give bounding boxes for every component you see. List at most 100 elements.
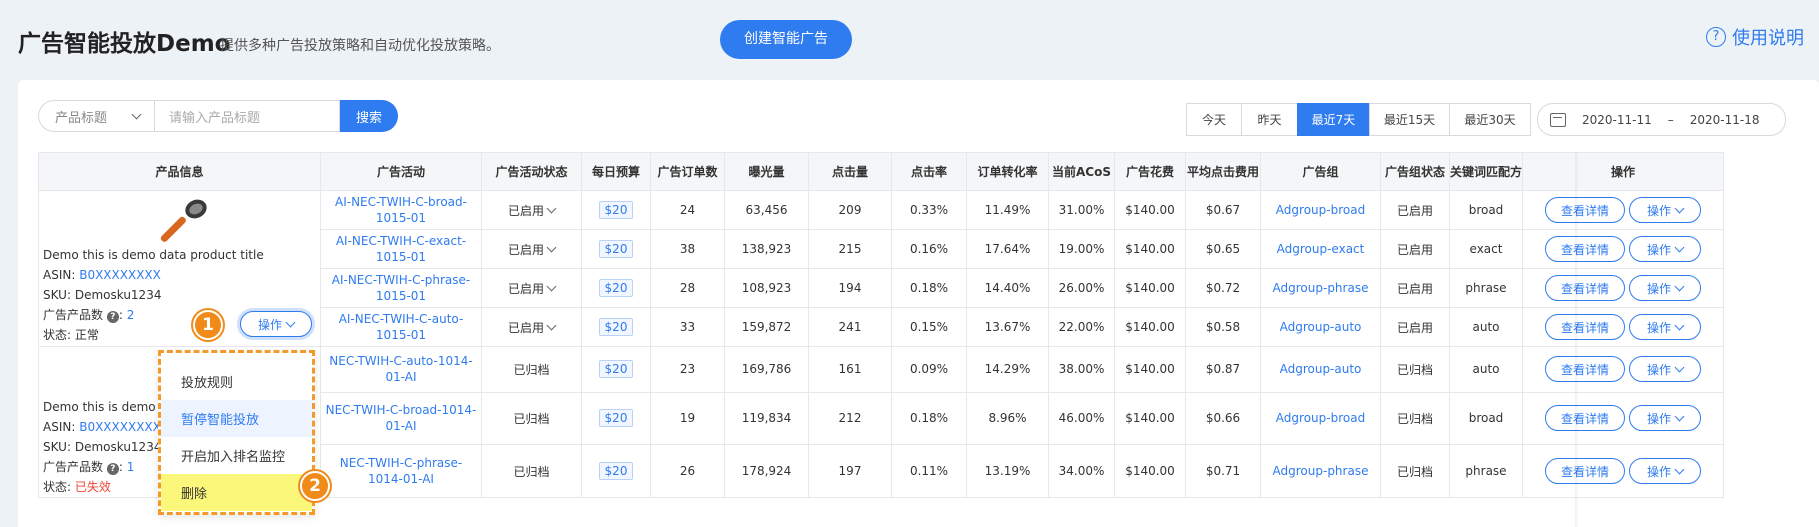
asin-value[interactable]: B0XXXXXXXX (79, 268, 161, 282)
campaign-link[interactable]: AI-NEC-TWIH-C-exact-1015-01 (320, 229, 482, 269)
help-link[interactable]: ? 使用说明 (1706, 24, 1804, 50)
ad-product-count[interactable]: 2 (127, 308, 135, 322)
view-details-button[interactable]: 查看详情 (1545, 356, 1626, 383)
date-tab-last-7-days[interactable]: 最近7天 (1297, 103, 1370, 136)
search-bar: 产品标题 请输入产品标题 搜索 (38, 100, 398, 132)
impressions: 159,872 (724, 307, 809, 347)
adgroup-status: 已归档 (1380, 346, 1450, 393)
daily-budget[interactable]: $20 (598, 462, 634, 481)
row-actions-button[interactable]: 操作 (1629, 314, 1702, 340)
view-details-button[interactable]: 查看详情 (1545, 275, 1626, 301)
menu-item-pause-smart-delivery[interactable]: 暂停智能投放 (161, 400, 312, 437)
acos: 46.00% (1048, 391, 1115, 446)
avg-cpc: $0.58 (1185, 307, 1261, 347)
create-smart-ad-button[interactable]: 创建智能广告 (720, 20, 852, 59)
row-actions-button[interactable]: 操作 (1629, 356, 1702, 383)
question-icon[interactable]: ? (106, 311, 119, 323)
menu-item-delete[interactable]: 删除 (161, 474, 312, 511)
campaign-link[interactable]: AI-NEC-TWIH-C-auto-1015-01 (320, 307, 482, 347)
keyword-match-type: auto (1448, 346, 1524, 393)
campaign-status-dropdown[interactable]: 已启用 (508, 319, 557, 336)
adgroup-status: 已启用 (1380, 268, 1450, 308)
campaign-link[interactable]: NEC-TWIH-C-broad-1014-01-AI (320, 391, 482, 446)
sku-label: SKU: (43, 288, 71, 302)
search-input[interactable]: 请输入产品标题 (154, 100, 340, 132)
adgroup-status: 已启用 (1380, 229, 1450, 269)
column-header: 产品信息 (38, 152, 321, 191)
column-header: 每日预算 (581, 152, 651, 191)
adgroup-link[interactable]: Adgroup-auto (1260, 307, 1381, 347)
sku-label: SKU: (43, 440, 71, 454)
campaign-link[interactable]: NEC-TWIH-C-auto-1014-01-AI (320, 346, 482, 393)
row-actions-button[interactable]: 操作 (1629, 275, 1702, 301)
conversion-rate: 17.64% (966, 229, 1049, 269)
campaign-link[interactable]: AI-NEC-TWIH-C-phrase-1015-01 (320, 268, 482, 308)
chevron-down-icon (1674, 203, 1685, 213)
search-button[interactable]: 搜索 (340, 100, 398, 132)
product-title: Demo this is demo data product title (43, 248, 264, 262)
view-details-button[interactable]: 查看详情 (1545, 405, 1626, 432)
ad-spend: $140.00 (1114, 268, 1186, 308)
view-details-button[interactable]: 查看详情 (1545, 197, 1626, 223)
date-range-separator: – (1667, 112, 1674, 127)
clicks: 194 (808, 268, 892, 308)
daily-budget[interactable]: $20 (598, 318, 634, 336)
campaign-link[interactable]: NEC-TWIH-C-phrase-1014-01-AI (320, 444, 482, 498)
adgroup-link[interactable]: Adgroup-exact (1260, 229, 1381, 269)
date-tab-last-30-days[interactable]: 最近30天 (1449, 103, 1531, 136)
menu-item-delivery-rules[interactable]: 投放规则 (161, 363, 312, 400)
column-header: 点击率 (891, 152, 967, 191)
view-details-button[interactable]: 查看详情 (1545, 236, 1626, 262)
daily-budget[interactable]: $20 (598, 409, 634, 428)
date-range-tabs: 今天 昨天 最近7天 最近15天 最近30天 (1186, 103, 1531, 136)
campaign-status-dropdown[interactable]: 已启用 (508, 280, 557, 297)
column-header: 关键词匹配方 (1448, 152, 1524, 191)
chevron-down-icon (1674, 464, 1685, 475)
ad-orders: 23 (650, 346, 725, 393)
help-circle-icon: ? (1706, 27, 1726, 47)
adgroup-link[interactable]: Adgroup-auto (1260, 346, 1381, 393)
daily-budget[interactable]: $20 (598, 360, 634, 379)
date-range-picker[interactable]: 2020-11-11 – 2020-11-18 (1537, 103, 1786, 136)
chevron-down-icon (285, 317, 296, 327)
asin-value[interactable]: B0XXXXXXXX (79, 420, 161, 434)
search-field-select[interactable]: 产品标题 (38, 100, 154, 132)
question-icon[interactable]: ? (106, 463, 119, 475)
adgroup-link[interactable]: Adgroup-broad (1260, 391, 1381, 446)
campaign-link[interactable]: AI-NEC-TWIH-C-broad-1015-01 (320, 190, 482, 230)
ctr: 0.11% (891, 444, 967, 498)
daily-budget[interactable]: $20 (598, 279, 634, 297)
row-actions-button[interactable]: 操作 (1629, 405, 1702, 432)
adgroup-link[interactable]: Adgroup-broad (1260, 190, 1381, 230)
chevron-down-icon (1674, 242, 1685, 252)
campaign-status-dropdown[interactable]: 已启用 (508, 202, 557, 219)
menu-item-enable-rank-monitoring[interactable]: 开启加入排名监控 (161, 437, 312, 474)
acos: 19.00% (1048, 229, 1115, 269)
daily-budget[interactable]: $20 (598, 201, 634, 219)
ctr: 0.09% (891, 346, 967, 393)
view-details-button[interactable]: 查看详情 (1545, 458, 1626, 485)
row-actions-button[interactable]: 操作 (1629, 236, 1702, 262)
row-actions-button[interactable]: 操作 (1629, 458, 1702, 485)
row-actions-button[interactable]: 操作 (1629, 197, 1702, 223)
daily-budget[interactable]: $20 (598, 240, 634, 258)
column-header: 广告组状态 (1380, 152, 1450, 191)
column-header: 广告组 (1260, 152, 1381, 191)
view-details-button[interactable]: 查看详情 (1545, 314, 1626, 340)
avg-cpc: $0.67 (1185, 190, 1261, 230)
adgroup-link[interactable]: Adgroup-phrase (1260, 444, 1381, 498)
state-label: 状态: (43, 480, 72, 494)
ad-product-count[interactable]: 1 (127, 460, 135, 474)
impressions: 63,456 (724, 190, 809, 230)
date-tab-yesterday[interactable]: 昨天 (1241, 103, 1298, 136)
column-header: 平均点击费用 (1185, 152, 1261, 191)
campaign-status-dropdown[interactable]: 已启用 (508, 241, 557, 258)
date-tab-last-15-days[interactable]: 最近15天 (1369, 103, 1450, 136)
date-tab-today[interactable]: 今天 (1186, 103, 1242, 136)
date-range-start: 2020-11-11 (1582, 112, 1652, 127)
adgroup-link[interactable]: Adgroup-phrase (1260, 268, 1381, 308)
campaign-status: 已归档 (481, 391, 582, 446)
chevron-down-icon (1674, 362, 1685, 373)
step-badge: 2 (300, 471, 330, 501)
product-actions-button[interactable]: 操作 (240, 311, 312, 337)
